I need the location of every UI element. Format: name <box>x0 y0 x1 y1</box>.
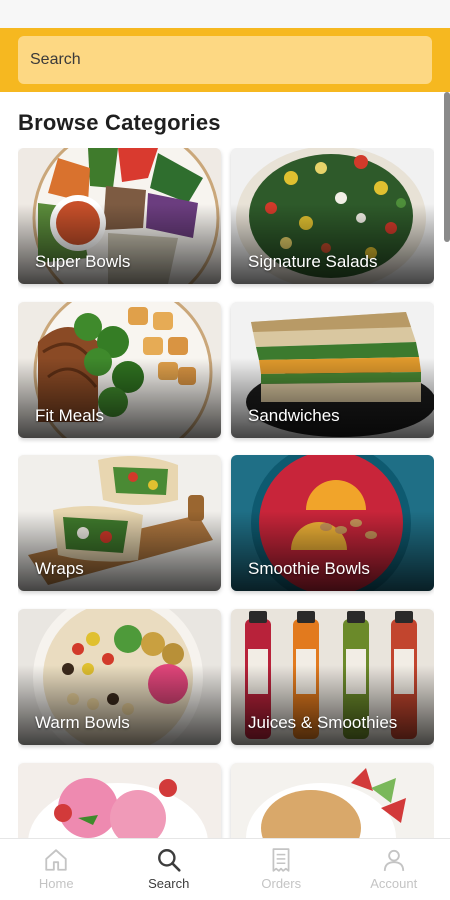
label-shade <box>231 358 434 438</box>
category-tile-sandwiches[interactable]: Sandwiches <box>231 302 434 438</box>
hummus-image <box>231 763 434 838</box>
bottom-navigation: Home Search Orders Account <box>0 838 450 900</box>
category-tile-super-bowls[interactable]: Super Bowls <box>18 148 221 284</box>
search-header <box>0 28 450 92</box>
page-title: Browse Categories <box>18 110 221 135</box>
category-label: Warm Bowls <box>35 713 130 732</box>
category-label: Wraps <box>35 559 84 578</box>
home-icon <box>45 849 67 871</box>
label-shade <box>18 204 221 284</box>
label-shade <box>18 358 221 438</box>
category-tile-desserts[interactable] <box>18 763 221 838</box>
category-tile-fit-meals[interactable]: Fit Meals <box>18 302 221 438</box>
label-shade <box>18 665 221 745</box>
label-shade <box>231 665 434 745</box>
ice-cream-image <box>18 763 221 838</box>
category-label: Signature Salads <box>248 252 378 271</box>
person-icon <box>383 849 404 871</box>
category-label: Fit Meals <box>35 406 104 425</box>
nav-item-orders[interactable]: Orders <box>225 839 338 900</box>
category-tile-wraps[interactable]: Wraps <box>18 455 221 591</box>
nav-label: Account <box>370 876 418 891</box>
category-label: Sandwiches <box>248 406 340 425</box>
category-tile-smoothie-bowls[interactable]: Smoothie Bowls <box>231 455 434 591</box>
nav-label: Orders <box>261 876 302 891</box>
scrollbar[interactable] <box>444 92 450 242</box>
category-label: Super Bowls <box>35 252 131 271</box>
search-field[interactable] <box>18 36 432 84</box>
search-icon <box>157 849 181 872</box>
label-shade <box>231 511 434 591</box>
label-shade <box>18 511 221 591</box>
category-tile-signature-salads[interactable]: Signature Salads <box>231 148 434 284</box>
nav-item-account[interactable]: Account <box>338 839 450 900</box>
category-tile-warm-bowls[interactable]: Warm Bowls <box>18 609 221 745</box>
category-label: Smoothie Bowls <box>248 559 370 578</box>
category-tile-juices-smoothies[interactable]: Juices & Smoothies <box>231 609 434 745</box>
nav-label: Home <box>38 876 74 891</box>
status-bar <box>0 0 450 28</box>
category-tile-dips[interactable] <box>231 763 434 838</box>
receipt-icon <box>272 848 290 872</box>
category-label: Juices & Smoothies <box>248 713 398 732</box>
nav-item-home[interactable]: Home <box>0 839 113 900</box>
nav-item-search[interactable]: Search <box>113 839 226 900</box>
label-shade <box>231 204 434 284</box>
nav-label: Search <box>148 876 190 891</box>
search-input[interactable] <box>30 51 432 69</box>
category-grid: Super Bowls Signature Salads Fit Meals S… <box>18 148 434 838</box>
